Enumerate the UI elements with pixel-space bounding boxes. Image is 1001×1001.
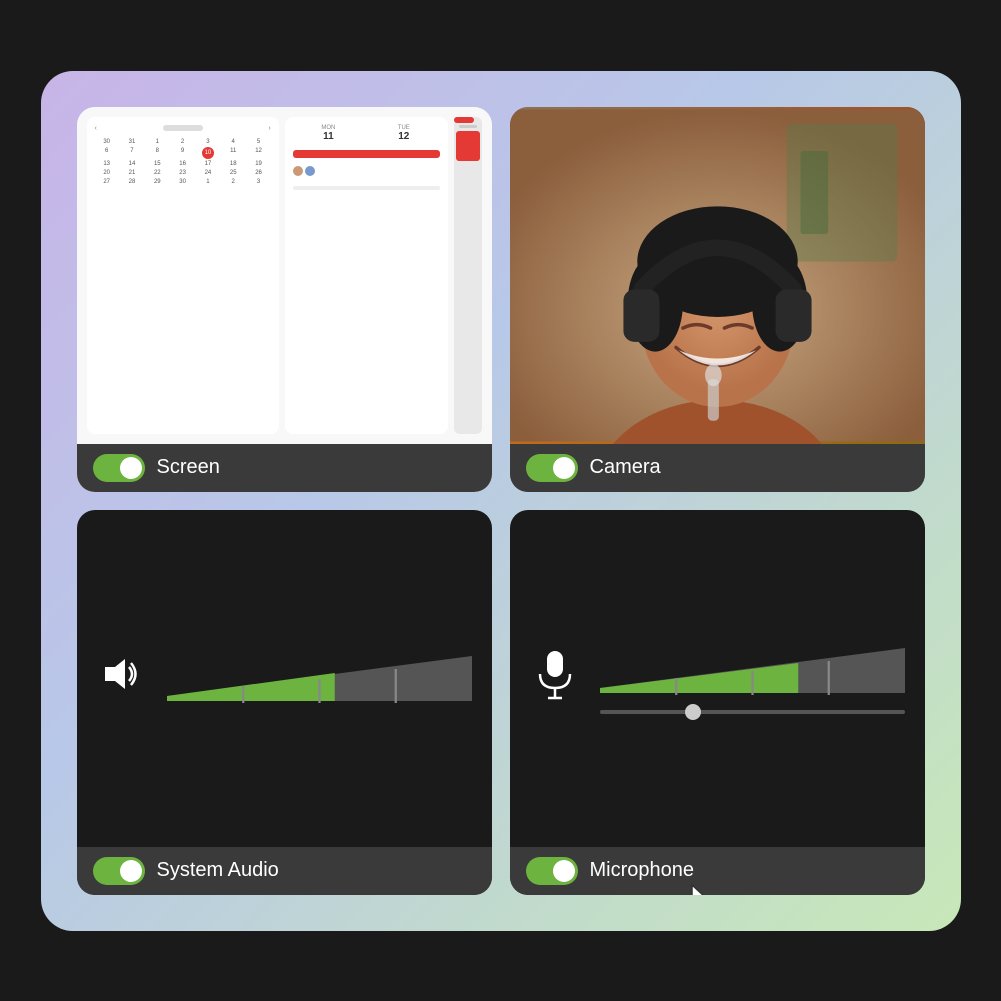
microphone-card: Microphone bbox=[510, 510, 925, 895]
person-photo bbox=[510, 107, 925, 444]
speaker-icon bbox=[97, 649, 147, 708]
screen-card-bottom: Screen bbox=[77, 444, 492, 492]
person-illustration bbox=[510, 107, 925, 444]
camera-preview bbox=[510, 107, 925, 444]
placeholder-bar bbox=[293, 186, 440, 190]
camera-label: Camera bbox=[590, 456, 661, 479]
screen-toggle[interactable] bbox=[93, 454, 145, 482]
main-container: ‹ › 303112345 6789101112 13141516171819 … bbox=[41, 71, 961, 931]
screen-toggle-knob bbox=[120, 457, 142, 479]
meter-container bbox=[167, 651, 472, 706]
system-audio-card: System Audio bbox=[77, 510, 492, 895]
system-audio-meter bbox=[167, 651, 472, 706]
calendar-right: MON 11 TUE 12 bbox=[285, 117, 448, 434]
phone-notch bbox=[459, 125, 477, 128]
speaker-svg bbox=[97, 649, 147, 699]
camera-toggle[interactable] bbox=[526, 454, 578, 482]
cal-prev-arrow: ‹ bbox=[95, 125, 97, 132]
mic-meter-svg bbox=[600, 643, 905, 698]
phone-event bbox=[456, 131, 480, 161]
screen-preview: ‹ › 303112345 6789101112 13141516171819 … bbox=[77, 107, 492, 444]
cards-grid: ‹ › 303112345 6789101112 13141516171819 … bbox=[77, 107, 925, 895]
system-audio-card-bottom: System Audio bbox=[77, 847, 492, 895]
event-avatars bbox=[293, 166, 440, 176]
microphone-slider-row bbox=[600, 710, 905, 714]
avatar-2 bbox=[305, 166, 315, 176]
screen-label: Screen bbox=[157, 456, 220, 479]
microphone-toggle[interactable] bbox=[526, 857, 578, 885]
camera-card-bottom: Camera bbox=[510, 444, 925, 492]
phone-bottom-bar bbox=[454, 117, 474, 123]
system-audio-label: System Audio bbox=[157, 859, 279, 882]
camera-card: Camera bbox=[510, 107, 925, 492]
microphone-meter bbox=[600, 643, 905, 714]
system-audio-toggle-knob bbox=[120, 860, 142, 882]
cal-col-headers: MON 11 TUE 12 bbox=[293, 125, 440, 142]
col2-num: 12 bbox=[368, 131, 439, 142]
microphone-slider-thumb[interactable] bbox=[685, 704, 701, 720]
system-audio-toggle[interactable] bbox=[93, 857, 145, 885]
screen-card: ‹ › 303112345 6789101112 13141516171819 … bbox=[77, 107, 492, 492]
system-audio-preview bbox=[77, 510, 492, 847]
microphone-toggle-knob bbox=[553, 860, 575, 882]
meter-svg bbox=[167, 651, 472, 706]
microphone-slider-track bbox=[600, 710, 905, 714]
calendar-left: ‹ › 303112345 6789101112 13141516171819 … bbox=[87, 117, 279, 434]
microphone-card-bottom: Microphone bbox=[510, 847, 925, 895]
mic-meter-container bbox=[600, 643, 905, 698]
mic-svg bbox=[530, 646, 580, 701]
cal-month-bar bbox=[163, 125, 203, 131]
microphone-preview bbox=[510, 510, 925, 847]
cal-grid: 303112345 6789101112 13141516171819 2021… bbox=[95, 138, 271, 186]
microphone-icon bbox=[530, 646, 580, 710]
cal-header: ‹ › bbox=[95, 125, 271, 132]
microphone-label: Microphone bbox=[590, 859, 695, 882]
avatar-1 bbox=[293, 166, 303, 176]
event-bar-1 bbox=[293, 150, 440, 158]
col1-num: 11 bbox=[293, 131, 364, 142]
phone-mock bbox=[454, 117, 482, 434]
cal-next-arrow: › bbox=[268, 125, 270, 132]
calendar-mock: ‹ › 303112345 6789101112 13141516171819 … bbox=[87, 117, 482, 434]
camera-toggle-knob bbox=[553, 457, 575, 479]
